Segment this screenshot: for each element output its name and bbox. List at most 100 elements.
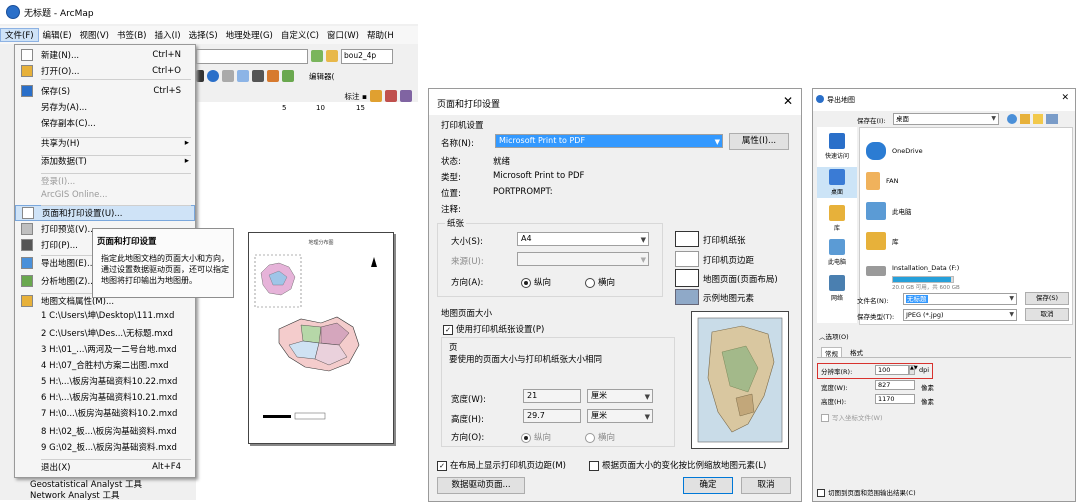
orientation-landscape-radio[interactable]: 横向	[585, 276, 615, 288]
ruler-tick: 5	[282, 104, 287, 112]
nav-desktop[interactable]: 桌面	[817, 167, 857, 198]
label-manager-icon[interactable]	[370, 90, 382, 102]
back-icon[interactable]	[1007, 114, 1017, 124]
map-page-size-label: 地图页面大小	[441, 309, 493, 319]
menu-item-label: 3 H:\01_...\两河及一二号台地.mxd	[41, 345, 177, 355]
file-item-libraries[interactable]: 库	[866, 232, 899, 250]
file-menu-item[interactable]: 3 H:\01_...\两河及一二号台地.mxd	[15, 341, 195, 357]
filename-input[interactable]: 无标题 ▼	[903, 293, 1017, 305]
menu-selection[interactable]: 选择(S)	[185, 29, 222, 41]
menu-bookmarks[interactable]: 书签(B)	[113, 29, 150, 41]
view-menu-icon[interactable]	[1046, 114, 1058, 124]
menu-windows[interactable]: 窗口(W)	[323, 29, 363, 41]
paper-size-select[interactable]: A4 ▼	[517, 232, 649, 246]
nav-quick-access[interactable]: 快速访问	[817, 133, 857, 160]
nav-libraries[interactable]: 库	[817, 205, 857, 232]
toc-item[interactable]: Network Analyst 工具	[14, 489, 194, 500]
menu-geoprocessing[interactable]: 地理处理(G)	[222, 29, 277, 41]
zoom-icon[interactable]	[311, 50, 323, 62]
legend-printer-margins: 打印机页边距	[703, 256, 755, 266]
export-width-input[interactable]: 827	[875, 380, 915, 390]
file-menu-item[interactable]: 2 C:\Users\坤\Des...\无标题.mxd	[15, 325, 195, 341]
options-toggle[interactable]: ︿选项(O)	[819, 331, 849, 341]
menu-item-icon	[21, 49, 33, 61]
save-button[interactable]: 保存(S)	[1025, 292, 1069, 305]
resolution-unit: dpi	[919, 366, 930, 374]
new-folder-icon[interactable]	[1033, 114, 1043, 124]
file-menu-item[interactable]: 8 H:\02_板...\板房沟基础资料.mxd	[15, 423, 195, 439]
close-icon[interactable]: ✕	[783, 94, 793, 108]
preview-map-graphic	[697, 317, 783, 443]
portrait-label: 纵向	[534, 433, 552, 443]
data-driven-pages-button[interactable]: 数据驱动页面...	[437, 477, 525, 494]
resolution-spinner[interactable]: ▲▼	[909, 365, 918, 375]
file-item-this-pc[interactable]: 此电脑	[866, 202, 912, 220]
printer-name-select[interactable]: Microsoft Print to PDF ▼	[495, 134, 723, 148]
layout-page[interactable]: 地理分布图	[248, 232, 394, 444]
export-height-input[interactable]: 1170	[875, 394, 915, 404]
scale-combo[interactable]	[196, 48, 308, 64]
filetype-select[interactable]: JPEG (*.jpg) ▼	[903, 309, 1017, 321]
layer-combo[interactable]: bou2_4p	[341, 48, 393, 64]
close-icon[interactable]: ✕	[1061, 93, 1069, 103]
menu-insert[interactable]: 插入(I)	[150, 29, 184, 41]
file-menu-item[interactable]: 保存副本(C)...	[15, 115, 195, 131]
show-margins-checkbox[interactable]: ✓ 在布局上显示打印机页边距(M)	[437, 459, 566, 471]
clip-output-checkbox[interactable]: 切图到页面和范围输出结果(C)	[817, 487, 916, 497]
height-unit-select[interactable]: 厘米 ▼	[587, 409, 653, 423]
page-preview	[691, 311, 789, 449]
legend-map-page: 地图页面(页面布局)	[703, 275, 778, 285]
nav-this-pc[interactable]: 此电脑	[817, 239, 857, 266]
up-folder-icon[interactable]	[1020, 114, 1030, 124]
menu-edit[interactable]: 编辑(E)	[39, 29, 76, 41]
menu-item-label: 5 H:\...\板房沟基础资料10.22.mxd	[41, 377, 178, 387]
scale-elements-checkbox[interactable]: 根据页面大小的变化按比例缩放地图元素(L)	[589, 459, 766, 471]
binoculars-icon[interactable]	[252, 70, 264, 82]
orientation-portrait-radio[interactable]: 纵向	[521, 276, 551, 288]
toc-item[interactable]: Geostatistical Analyst 工具	[14, 478, 194, 490]
file-menu-item[interactable]: 4 H:\07_合胜村\方案二出图.mxd	[15, 357, 195, 373]
file-menu-item[interactable]: 保存(S) Ctrl+S	[15, 83, 195, 99]
file-menu-item[interactable]: 打开(O)... Ctrl+O	[15, 63, 195, 79]
file-item-drive[interactable]: Installation_Data (F:) 20.0 GB 可用，共 600 …	[866, 260, 960, 291]
hyperlink-icon[interactable]	[267, 70, 279, 82]
labeling-menu[interactable]: 标注 ▪	[345, 91, 367, 102]
save-in-select[interactable]: 桌面 ▼	[893, 113, 999, 125]
label-weight-icon[interactable]	[400, 90, 412, 102]
width-input[interactable]: 21	[523, 389, 581, 403]
ok-button[interactable]: 确定	[683, 477, 733, 494]
dialog-titlebar: 页面和打印设置 ✕	[429, 89, 801, 115]
find-icon[interactable]	[237, 70, 249, 82]
export-cancel-button[interactable]: 取消	[1025, 308, 1069, 321]
file-item-onedrive[interactable]: OneDrive	[866, 142, 923, 160]
editor-menu[interactable]: 编辑器(	[309, 71, 334, 82]
width-unit-select[interactable]: 厘米 ▼	[587, 389, 653, 403]
use-printer-paper-checkbox[interactable]: ✓ 使用打印机纸张设置(P)	[443, 323, 544, 335]
file-menu-item[interactable]: 另存为(A)...	[15, 99, 195, 115]
info-icon[interactable]	[207, 70, 219, 82]
label-priority-icon[interactable]	[385, 90, 397, 102]
cancel-button[interactable]: 取消	[741, 477, 791, 494]
file-menu-item[interactable]: 新建(N)... Ctrl+N	[15, 47, 195, 63]
file-menu-item[interactable]: 页面和打印设置(U)...	[15, 205, 195, 221]
printer-properties-button[interactable]: 属性(I)...	[729, 133, 789, 150]
menu-help[interactable]: 帮助(H	[363, 29, 398, 41]
file-menu-item[interactable]: 6 H:\...\板房沟基础资料10.21.mxd	[15, 389, 195, 405]
html-popup-icon[interactable]	[282, 70, 294, 82]
menu-customize[interactable]: 自定义(C)	[277, 29, 323, 41]
height-input[interactable]: 29.7	[523, 409, 581, 423]
navigation-pane: 快速访问 桌面 库 此电脑 网络	[817, 127, 857, 323]
tab-format[interactable]: 格式	[847, 347, 866, 357]
file-menu-item[interactable]: 1 C:\Users\坤\Desktop\111.mxd	[15, 307, 195, 323]
file-item-user[interactable]: FAN	[866, 172, 898, 190]
menu-file[interactable]: 文件(F)	[0, 28, 39, 42]
file-menu-item[interactable]: 5 H:\...\板房沟基础资料10.22.mxd	[15, 373, 195, 389]
select-arrow-icon[interactable]	[196, 70, 204, 82]
measure-icon[interactable]	[222, 70, 234, 82]
file-menu-item[interactable]: 9 G:\02_板...\板房沟基础资料.mxd	[15, 439, 195, 455]
nav-network[interactable]: 网络	[817, 275, 857, 302]
file-menu-item[interactable]: 退出(X) Alt+F4	[15, 459, 195, 475]
menu-view[interactable]: 视图(V)	[76, 29, 113, 41]
resolution-input[interactable]: 100	[875, 365, 909, 375]
file-menu-item[interactable]: 7 H:\0...\板房沟基础资料10.2.mxd	[15, 405, 195, 421]
